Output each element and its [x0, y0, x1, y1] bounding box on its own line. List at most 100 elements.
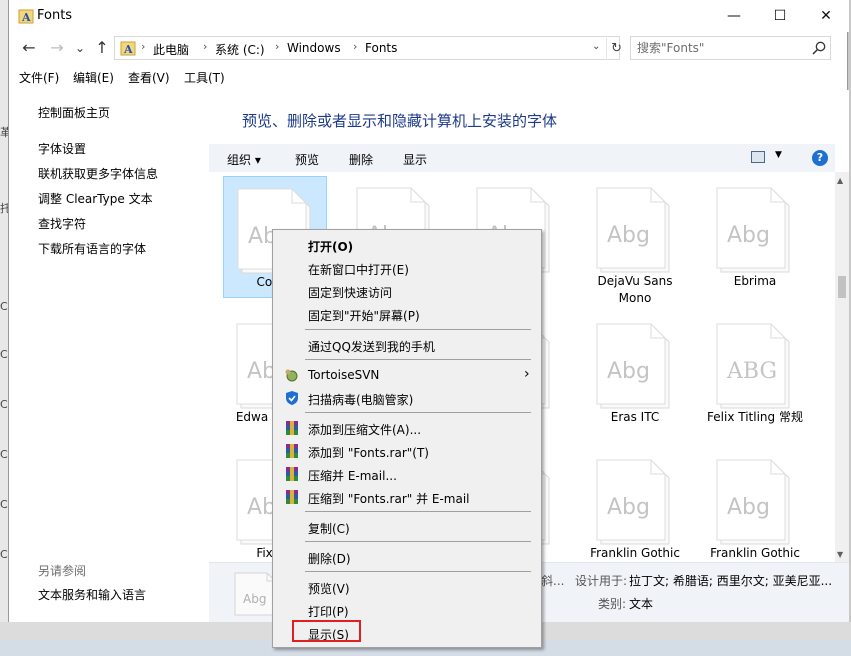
menu-item-label: 复制(C)	[308, 522, 350, 536]
menu-file[interactable]: 文件(F)	[19, 69, 59, 86]
menu-item-scan-virus[interactable]: 扫描病毒(电脑管家)	[275, 387, 539, 409]
menu-bar: 文件(F) 编辑(E) 查看(V) 工具(T)	[9, 66, 849, 88]
menu-item-label: 预览(V)	[308, 582, 350, 596]
back-arrow-icon[interactable]: ←	[19, 38, 39, 58]
up-arrow-icon[interactable]: ↑	[92, 38, 112, 58]
scroll-up-arrow-icon[interactable]: ▲	[837, 176, 843, 185]
font-sample-text: Abg	[607, 359, 650, 384]
breadcrumb-fonts[interactable]: Fonts	[365, 41, 397, 55]
menu-item-label: TortoiseSVN	[308, 368, 380, 382]
menu-item-send-qq[interactable]: 通过QQ发送到我的手机	[275, 334, 539, 356]
font-sample-text: ABG	[726, 359, 777, 384]
breadcrumb-separator-icon[interactable]: ›	[275, 40, 279, 53]
vertical-scrollbar[interactable]: ▲ ▼	[835, 172, 849, 562]
forward-arrow-icon[interactable]: →	[47, 38, 67, 58]
menu-item-print[interactable]: 打印(P)	[275, 599, 539, 621]
font-name: Eras ITC	[610, 410, 660, 424]
font-sample-text: Abg	[727, 495, 770, 520]
menu-view[interactable]: 查看(V)	[128, 69, 170, 86]
menu-item-label: 打开(O)	[308, 240, 354, 254]
text-services-link[interactable]: 文本服务和输入语言	[38, 586, 146, 603]
menu-edit[interactable]: 编辑(E)	[73, 69, 114, 86]
breadcrumb-system-c[interactable]: 系统 (C:)	[215, 41, 265, 58]
online-font-info-link[interactable]: 联机获取更多字体信息	[38, 165, 158, 182]
menu-item-label: 扫描病毒(电脑管家)	[308, 393, 414, 407]
page-title: 预览、删除或者显示和隐藏计算机上安装的字体	[242, 112, 558, 130]
category-value: 文本	[629, 597, 654, 611]
organize-button[interactable]: 组织 ▾	[227, 151, 261, 168]
svg-text:A: A	[21, 11, 31, 24]
command-bar: 组织 ▾ 预览 删除 显示 ▼ ?	[209, 144, 835, 172]
font-name: Franklin Gothic	[710, 546, 800, 560]
menu-item-label: 在新窗口中打开(E)	[308, 263, 409, 277]
details-thumbnail-sample: Abg	[243, 592, 266, 606]
font-tile[interactable]: Abg Ebrima	[703, 176, 807, 298]
menu-item-open-new-window[interactable]: 在新窗口中打开(E)	[275, 257, 539, 279]
font-file-icon: Abg	[596, 187, 670, 273]
font-file-icon: Abg	[596, 459, 670, 545]
search-box[interactable]	[630, 36, 831, 60]
minimize-button[interactable]: —	[711, 0, 757, 32]
menu-tools[interactable]: 工具(T)	[184, 69, 225, 86]
close-button[interactable]: ✕	[803, 0, 849, 32]
cleartype-link[interactable]: 调整 ClearType 文本	[38, 190, 153, 207]
search-icon[interactable]	[811, 40, 827, 56]
font-name: DejaVu Sans Mono	[597, 274, 673, 305]
submenu-chevron-right-icon: ›	[524, 366, 530, 382]
preview-button[interactable]: 预览	[295, 151, 319, 168]
breadcrumb-separator-icon[interactable]: ›	[203, 40, 207, 53]
menu-item-preview[interactable]: 预览(V)	[275, 576, 539, 598]
view-options-icon[interactable]	[751, 151, 765, 163]
address-bar[interactable]: A › 此电脑 › 系统 (C:) › Windows › Fonts ⌄ ↻	[114, 36, 622, 60]
breadcrumb-separator-icon[interactable]: ›	[353, 40, 357, 53]
font-file-icon: Abg	[596, 323, 670, 409]
view-dropdown-chevron-icon[interactable]: ▼	[775, 150, 782, 160]
font-settings-link[interactable]: 字体设置	[38, 140, 86, 157]
menu-item-label: 固定到"开始"屏幕(P)	[308, 309, 420, 323]
scroll-thumb[interactable]	[838, 276, 846, 298]
menu-item-delete[interactable]: 删除(D)	[275, 546, 539, 568]
font-file-icon: Abg	[716, 459, 790, 545]
menu-item-compress-fonts-rar-email[interactable]: 压缩到 "Fonts.rar" 并 E-mail	[275, 486, 539, 508]
font-sample-text: Abg	[607, 495, 650, 520]
winrar-icon	[284, 466, 300, 482]
recent-locations-chevron-icon[interactable]: ⌄	[70, 38, 90, 58]
font-tile[interactable]: Abg Eras ITC	[583, 312, 687, 434]
menu-item-compress-email[interactable]: 压缩并 E-mail...	[275, 463, 539, 485]
menu-item-add-archive[interactable]: 添加到压缩文件(A)...	[275, 417, 539, 439]
menu-item-pin-quick-access[interactable]: 固定到快速访问	[275, 280, 539, 302]
menu-item-label: 删除(D)	[308, 552, 351, 566]
winrar-icon	[284, 489, 300, 505]
download-fonts-link[interactable]: 下载所有语言的字体	[38, 240, 146, 257]
menu-separator	[305, 511, 531, 512]
font-tile[interactable]: Abg DejaVu Sans Mono	[583, 176, 687, 305]
menu-item-add-fonts-rar[interactable]: 添加到 "Fonts.rar"(T)	[275, 440, 539, 462]
find-character-link[interactable]: 查找字符	[38, 215, 86, 232]
menu-item-tortoisesvn[interactable]: TortoiseSVN ›	[275, 364, 539, 386]
context-menu: 打开(O) 在新窗口中打开(E) 固定到快速访问固定到"开始"屏幕(P) 通过QQ发送…	[272, 229, 542, 648]
menu-item-copy[interactable]: 复制(C)	[275, 516, 539, 538]
show-button[interactable]: 显示	[403, 151, 427, 168]
menu-item-label: 压缩并 E-mail...	[308, 469, 397, 483]
font-tile[interactable]: ABG Felix Titling 常规	[703, 312, 807, 434]
title-bar[interactable]: A Fonts — ☐ ✕	[9, 0, 849, 32]
refresh-icon[interactable]: ↻	[606, 38, 622, 60]
delete-button[interactable]: 删除	[349, 151, 373, 168]
address-dropdown-chevron-icon[interactable]: ⌄	[592, 41, 600, 52]
font-name: Felix Titling 常规	[707, 410, 803, 424]
menu-item-open[interactable]: 打开(O)	[275, 234, 539, 256]
breadcrumb-this-pc[interactable]: 此电脑	[153, 41, 189, 58]
scroll-down-arrow-icon[interactable]: ▼	[837, 550, 843, 559]
font-tile[interactable]: Abg Franklin Gothic	[583, 448, 687, 562]
menu-separator	[305, 329, 531, 330]
breadcrumb-separator-icon[interactable]: ›	[141, 40, 145, 53]
menu-item-pin-start[interactable]: 固定到"开始"屏幕(P)	[275, 303, 539, 325]
control-panel-home-link[interactable]: 控制面板主页	[38, 104, 110, 121]
breadcrumb-windows[interactable]: Windows	[287, 41, 341, 55]
help-icon[interactable]: ?	[812, 150, 828, 166]
menu-item-label: 添加到压缩文件(A)...	[308, 423, 422, 437]
search-input[interactable]	[637, 40, 807, 56]
maximize-button[interactable]: ☐	[757, 0, 803, 32]
font-tile[interactable]: Abg Franklin Gothic	[703, 448, 807, 562]
fonts-folder-icon: A	[120, 41, 136, 56]
